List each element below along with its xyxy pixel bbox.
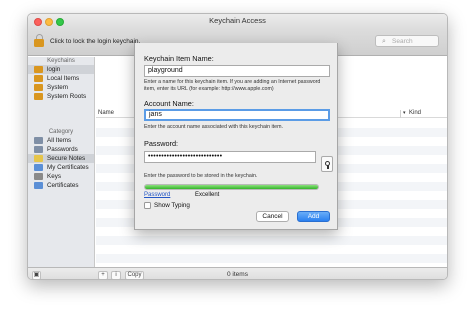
sidebar: Keychains login Local Items System System R… (28, 57, 95, 267)
account-name-field[interactable]: jans (144, 109, 330, 121)
all-items-icon (34, 137, 43, 144)
cancel-button[interactable]: Cancel (256, 211, 289, 222)
sidebar-category-label: Secure Notes (47, 155, 86, 162)
search-field[interactable]: ⌕ Search (375, 35, 439, 47)
password-strength-fill (145, 185, 318, 189)
new-password-sheet: Keychain Item Name: playground Enter a n… (134, 43, 338, 230)
sidebar-keychain-local-items[interactable]: Local Items (28, 74, 94, 83)
keychain-list: login Local Items System System Roots (28, 65, 94, 101)
keys-icon (34, 173, 43, 180)
lock-status-text: Click to lock the login keychain. (50, 38, 141, 45)
password-strength-text: Excellent (195, 192, 220, 198)
account-name-label: Account Name: (144, 99, 194, 108)
password-strength-meter (144, 184, 319, 190)
password-field[interactable]: •••••••••••••••••••••••••••• (144, 151, 316, 163)
item-name-hint: Enter a name for this keychain item. If … (144, 79, 321, 92)
keychain-icon (34, 84, 43, 91)
category-list: All Items Passwords Secure Notes My Certifi… (28, 136, 94, 190)
sort-arrow-icon: ▾ (403, 110, 406, 116)
lock-icon[interactable] (34, 34, 44, 48)
show-typing-label[interactable]: Show Typing (154, 202, 190, 209)
passwords-icon (34, 146, 43, 153)
sidebar-keychain-label: Local Items (47, 75, 80, 82)
sidebar-category-label: Keys (47, 173, 61, 180)
column-name[interactable]: Name (98, 110, 114, 116)
keychains-header: Keychains (47, 58, 75, 64)
sidebar-keychain-label: System Roots (47, 93, 87, 100)
sidebar-category-my-certificates[interactable]: My Certificates (28, 163, 94, 172)
password-strength-link[interactable]: Password (144, 192, 170, 198)
search-placeholder: Search (392, 38, 413, 45)
show-typing-checkbox[interactable] (144, 202, 151, 209)
sidebar-keychain-label: login (47, 66, 61, 73)
sidebar-keychain-system-roots[interactable]: System Roots (28, 92, 94, 101)
sidebar-category-passwords[interactable]: Passwords (28, 145, 94, 154)
keychain-icon (34, 66, 43, 73)
password-label: Password: (144, 139, 179, 148)
keychain-icon (34, 75, 43, 82)
title-bar: Keychain Access (28, 14, 447, 30)
sidebar-keychain-label: System (47, 84, 68, 91)
column-divider (400, 110, 401, 118)
certificate-icon (34, 164, 43, 171)
sidebar-category-keys[interactable]: Keys (28, 172, 94, 181)
search-icon: ⌕ (382, 38, 386, 45)
item-name-label: Keychain Item Name: (144, 54, 214, 63)
certificate-icon (34, 182, 43, 189)
sidebar-category-secure-notes[interactable]: Secure Notes (28, 154, 94, 163)
category-header: Category (48, 129, 74, 135)
item-name-field[interactable]: playground (144, 65, 330, 77)
sidebar-category-all-items[interactable]: All Items (28, 136, 94, 145)
window-title: Keychain Access (209, 16, 266, 25)
sidebar-category-label: Passwords (47, 146, 78, 153)
sidebar-category-label: Certificates (47, 182, 79, 189)
sidebar-category-label: My Certificates (47, 164, 89, 171)
sidebar-keychain-system[interactable]: System (28, 83, 94, 92)
column-kind[interactable]: Kind (409, 110, 421, 116)
item-count: 0 items (227, 271, 248, 278)
add-button[interactable]: Add (297, 211, 330, 222)
sidebar-category-label: All Items (47, 137, 72, 144)
sidebar-category-certificates[interactable]: Certificates (28, 181, 94, 190)
password-assistant-key-icon[interactable] (321, 156, 333, 172)
keychain-icon (34, 93, 43, 100)
status-bar: ▣ + i Copy 0 items (28, 267, 447, 279)
secure-notes-icon (34, 155, 43, 162)
password-hint: Enter the password to be stored in the k… (144, 173, 258, 179)
account-name-hint: Enter the account name associated with t… (144, 124, 283, 130)
sidebar-keychain-login[interactable]: login (28, 65, 94, 74)
